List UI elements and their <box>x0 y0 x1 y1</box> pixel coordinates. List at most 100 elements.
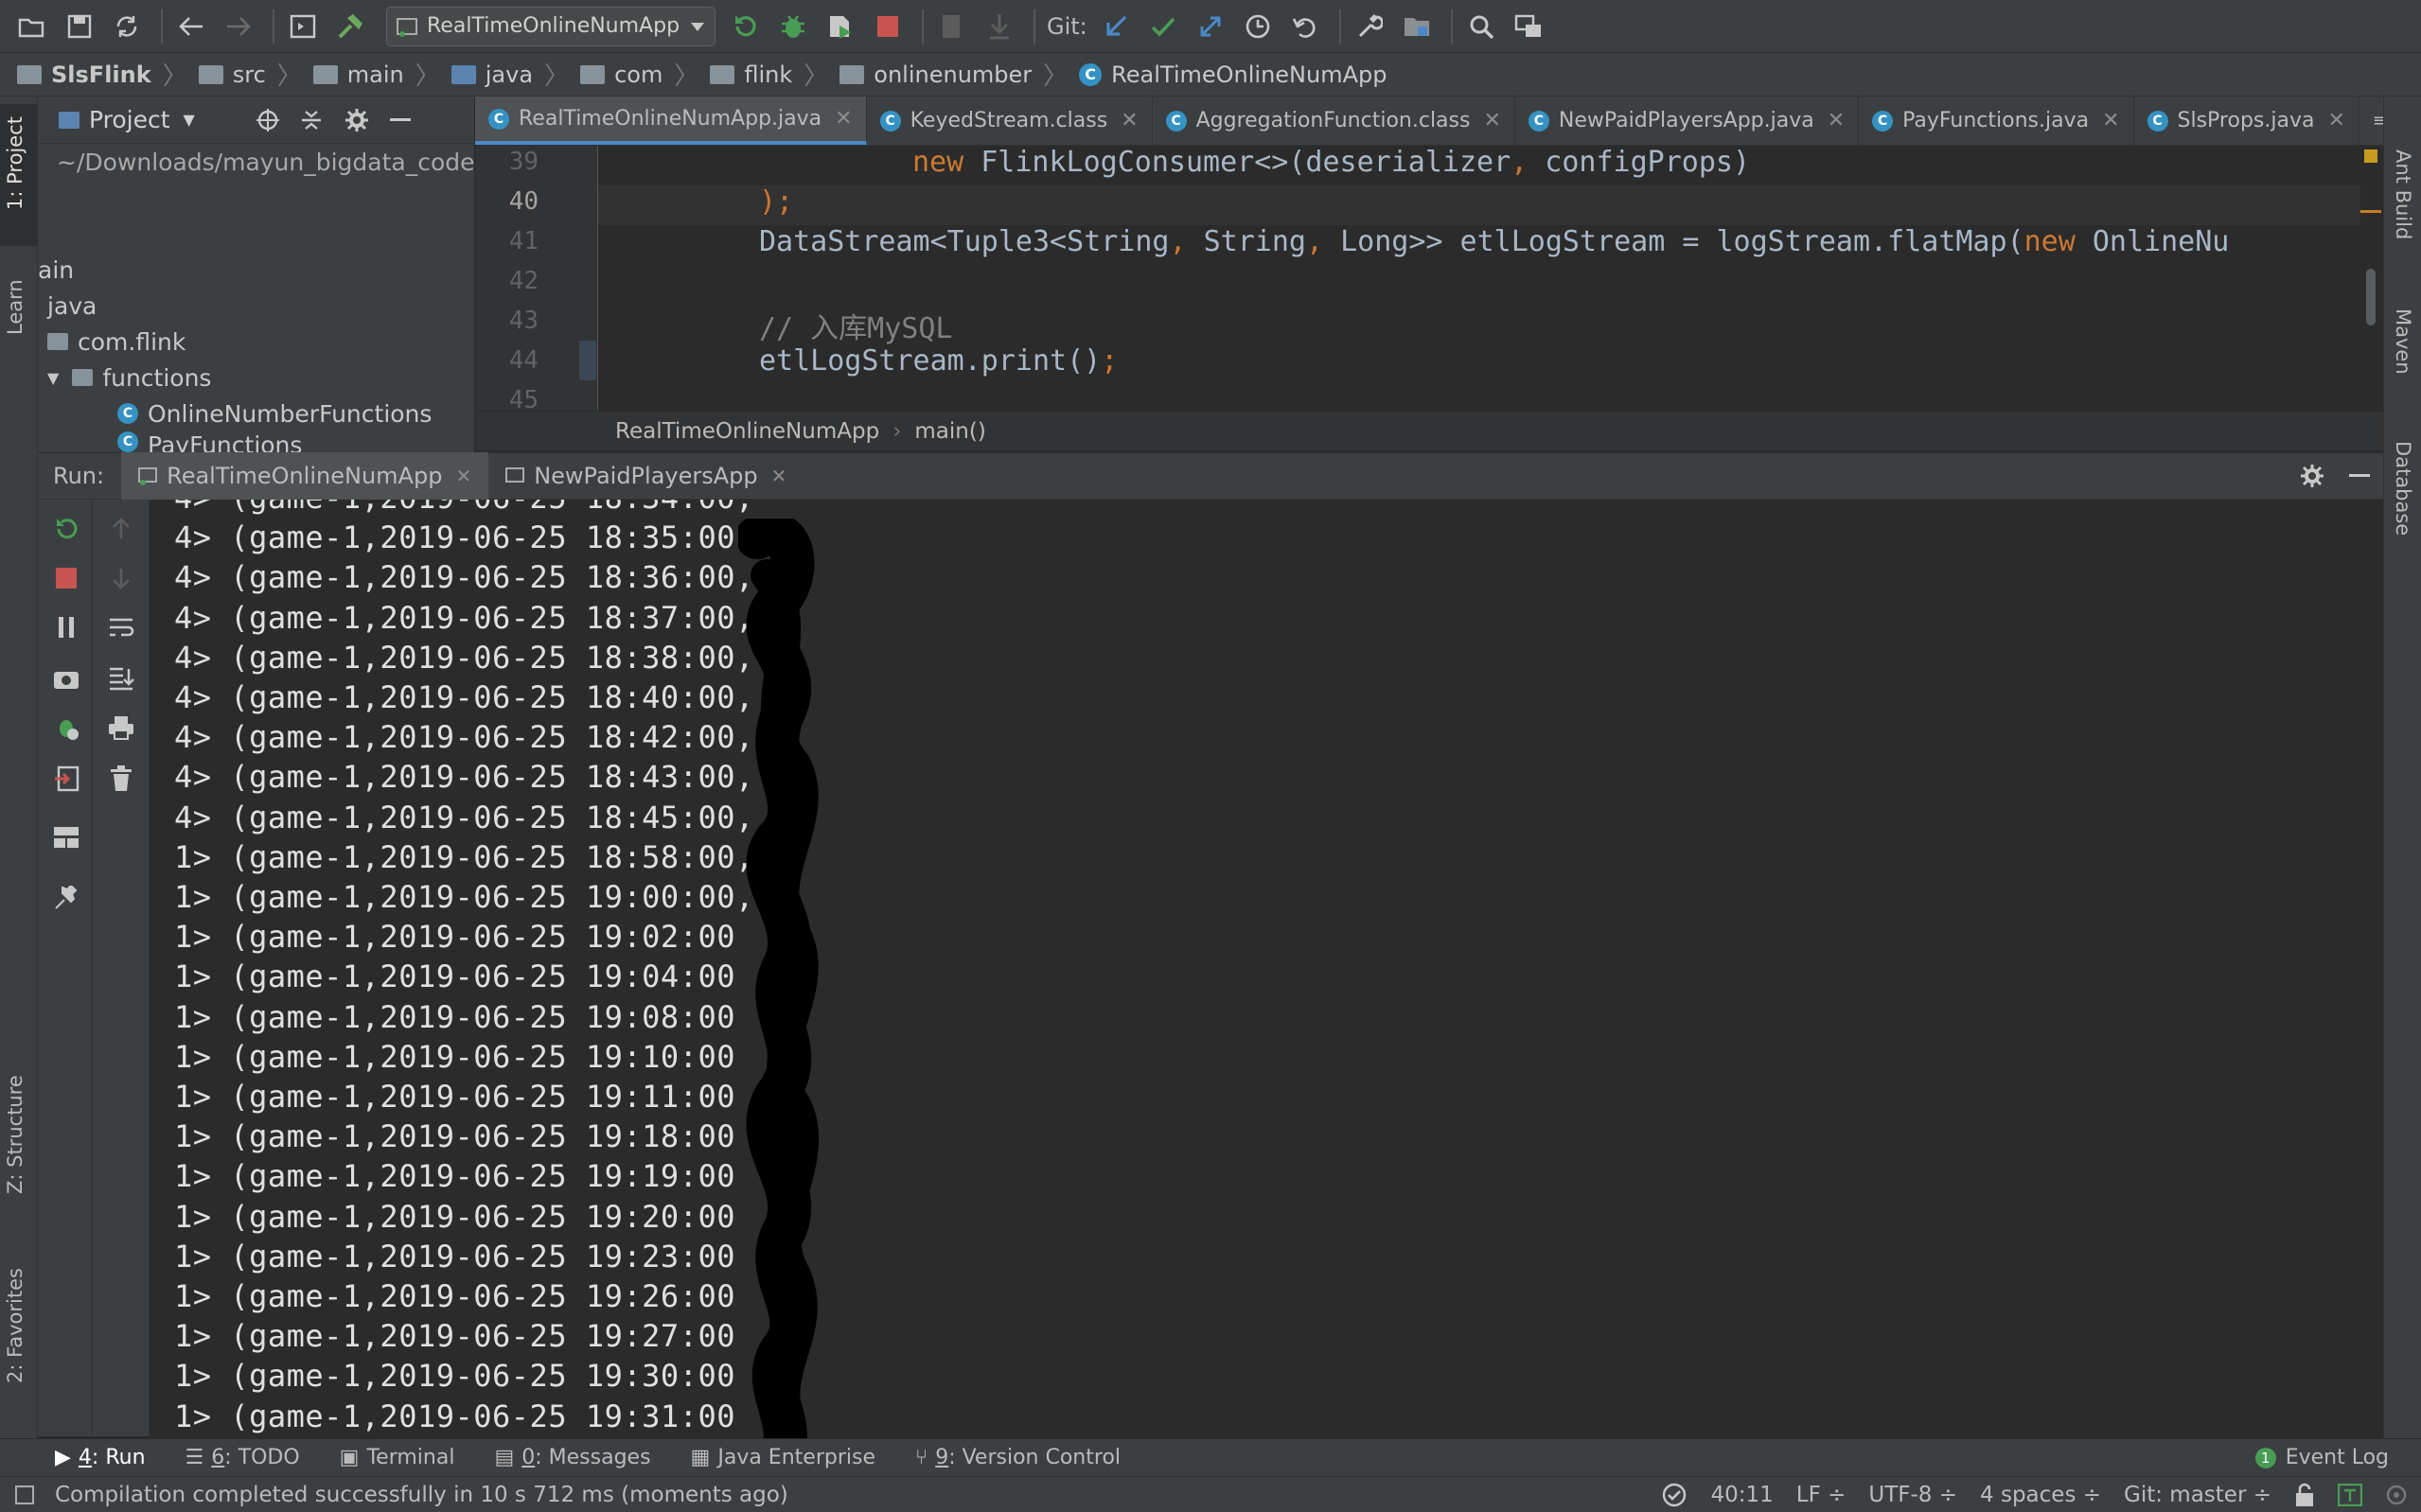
close-icon[interactable]: ✕ <box>1121 109 1138 132</box>
back-icon[interactable] <box>170 6 212 47</box>
bottom-tab-run[interactable]: ▶ 4: Run <box>55 1439 146 1477</box>
tree-item-com-flink[interactable]: com.flink <box>38 324 474 360</box>
terminal-status-icon[interactable] <box>2338 1483 2362 1506</box>
inspection-icon[interactable] <box>1661 1482 1688 1508</box>
attach-icon[interactable] <box>931 6 973 47</box>
editor-scrollbar[interactable] <box>2360 146 2383 411</box>
tab-sls-props[interactable]: C SlsProps.java ✕ <box>2134 97 2359 145</box>
bottom-tab-messages[interactable]: ▤ 0: Messages <box>494 1439 650 1477</box>
bottom-tab-terminal[interactable]: ▣ Terminal <box>340 1439 455 1477</box>
tool-tab-maven[interactable]: Maven <box>2392 308 2414 375</box>
locate-icon[interactable] <box>256 108 280 132</box>
git-update-icon[interactable] <box>1095 6 1137 47</box>
tab-realtime-online-num-app[interactable]: C RealTimeOnlineNumApp.java ✕ <box>475 97 867 145</box>
sync-icon[interactable] <box>106 6 148 47</box>
tool-tab-learn[interactable]: Learn <box>4 279 27 335</box>
save-icon[interactable] <box>59 6 100 47</box>
git-commit-icon[interactable] <box>1142 6 1184 47</box>
console-output[interactable]: 4> (game-1,2019-06-25 18:34:00, 4> (game-… <box>150 500 2383 1436</box>
stop-icon[interactable] <box>867 6 909 47</box>
tree-item-java[interactable]: java <box>38 288 474 324</box>
wrench-settings-icon[interactable] <box>1349 6 1390 47</box>
tab-pay-functions[interactable]: C PayFunctions.java ✕ <box>1859 97 2134 145</box>
history-clock-icon[interactable] <box>1237 6 1279 47</box>
tab-overflow-button[interactable]: ≡4 <box>2359 97 2383 145</box>
crumb-method[interactable]: main() <box>914 419 985 444</box>
crumb-class[interactable]: RealTimeOnlineNumApp <box>615 419 879 444</box>
run-tab-new-paid-players-app[interactable]: NewPaidPlayersApp ✕ <box>488 452 804 500</box>
chevron-down-icon[interactable]: ▼ <box>184 111 195 129</box>
presentation-icon[interactable] <box>1508 6 1549 47</box>
tree-item-pay-functions[interactable]: C PayFunctions <box>38 431 474 454</box>
gear-icon[interactable] <box>345 108 369 132</box>
down-arrow-icon[interactable] <box>107 564 135 592</box>
breadcrumb-item-onlinenumber[interactable]: onlinenumber 〉 <box>839 57 1079 92</box>
tree-item-functions[interactable]: ▼ functions <box>38 360 474 396</box>
close-icon[interactable]: ✕ <box>2327 109 2344 132</box>
rerun-icon[interactable] <box>725 6 767 47</box>
stop-icon[interactable] <box>52 564 80 592</box>
breadcrumb-item-project[interactable]: SlsFlink 〉 <box>17 57 199 92</box>
build-hammer-icon[interactable] <box>329 6 371 47</box>
indent-select[interactable]: 4 spaces ÷ <box>1980 1483 2101 1507</box>
print-icon[interactable] <box>107 713 135 742</box>
exit-icon[interactable] <box>52 765 80 793</box>
run-configuration-select[interactable]: RealTimeOnlineNumApp <box>386 6 716 46</box>
scroll-to-end-icon[interactable] <box>107 664 135 693</box>
breadcrumb-item-main[interactable]: main 〉 <box>312 57 451 92</box>
tree-item-main[interactable]: ain <box>38 252 474 288</box>
caret-position[interactable]: 40:11 <box>1710 1483 1773 1507</box>
lock-icon[interactable] <box>2294 1483 2315 1507</box>
search-icon[interactable] <box>1460 6 1502 47</box>
breadcrumb-item-flink[interactable]: flink 〉 <box>710 57 839 92</box>
open-icon[interactable] <box>11 6 53 47</box>
window-icon[interactable] <box>282 6 324 47</box>
project-structure-icon[interactable] <box>1396 6 1438 47</box>
line-separator-select[interactable]: LF ÷ <box>1796 1483 1847 1507</box>
coverage-icon[interactable] <box>820 6 861 47</box>
gear-icon[interactable] <box>2300 464 2324 488</box>
tool-tab-ant-build[interactable]: Ant Build <box>2392 149 2414 239</box>
tool-tab-favorites[interactable]: 2: Favorites <box>4 1268 27 1383</box>
bottom-tab-todo[interactable]: ☰ 6: TODO <box>186 1439 300 1477</box>
tab-keyed-stream[interactable]: C KeyedStream.class ✕ <box>867 97 1153 145</box>
project-view-select[interactable]: Project <box>89 106 170 133</box>
camera-dump-icon[interactable] <box>52 664 80 693</box>
run-tab-realtime-online-num-app[interactable]: RealTimeOnlineNumApp ✕ <box>121 452 489 500</box>
revert-icon[interactable] <box>1284 6 1326 47</box>
pin-icon[interactable] <box>52 884 80 912</box>
debug-bug-icon[interactable] <box>772 6 814 47</box>
debug-settings-icon[interactable] <box>52 713 80 742</box>
breadcrumb-item-src[interactable]: src 〉 <box>198 57 313 92</box>
forward-icon[interactable] <box>218 6 259 47</box>
rerun-icon[interactable] <box>52 515 80 543</box>
toggle-tool-windows-icon[interactable] <box>15 1485 34 1504</box>
collapse-all-icon[interactable] <box>299 108 324 132</box>
breadcrumb-item-com[interactable]: com 〉 <box>580 57 710 92</box>
bottom-tab-java-enterprise[interactable]: ▦ Java Enterprise <box>691 1439 875 1477</box>
tree-item-online-number-functions[interactable]: C OnlineNumberFunctions <box>38 396 474 431</box>
soft-wrap-icon[interactable] <box>107 613 135 642</box>
tool-tab-database[interactable]: Database <box>2392 441 2414 536</box>
scrollbar-thumb[interactable] <box>2366 269 2376 325</box>
memory-indicator-icon[interactable] <box>2385 1484 2408 1506</box>
close-icon[interactable]: ✕ <box>771 465 787 487</box>
close-icon[interactable]: ✕ <box>1483 109 1500 132</box>
code-editor[interactable]: new FlinkLogConsumer<>(deserializer, con… <box>598 146 2383 411</box>
git-branch-select[interactable]: Git: master ÷ <box>2124 1483 2271 1507</box>
event-log-button[interactable]: 1 Event Log <box>2254 1439 2389 1477</box>
minimize-icon[interactable] <box>389 117 411 122</box>
tool-tab-structure[interactable]: Z: Structure <box>4 1075 27 1194</box>
breadcrumb-item-java[interactable]: java 〉 <box>451 57 580 92</box>
tool-tab-project[interactable]: 1: Project <box>4 116 27 210</box>
layout-icon[interactable] <box>52 823 80 852</box>
tab-aggregation-function[interactable]: C AggregationFunction.class ✕ <box>1153 97 1515 145</box>
git-compare-icon[interactable] <box>1190 6 1231 47</box>
encoding-select[interactable]: UTF-8 ÷ <box>1868 1483 1957 1507</box>
bottom-tab-version-control[interactable]: ⑂ 9: Version Control <box>915 1439 1121 1477</box>
close-icon[interactable]: ✕ <box>835 107 852 131</box>
close-icon[interactable]: ✕ <box>2102 109 2119 132</box>
trash-icon[interactable] <box>107 765 135 793</box>
close-icon[interactable]: ✕ <box>1828 109 1845 132</box>
download-icon[interactable] <box>979 6 1020 47</box>
